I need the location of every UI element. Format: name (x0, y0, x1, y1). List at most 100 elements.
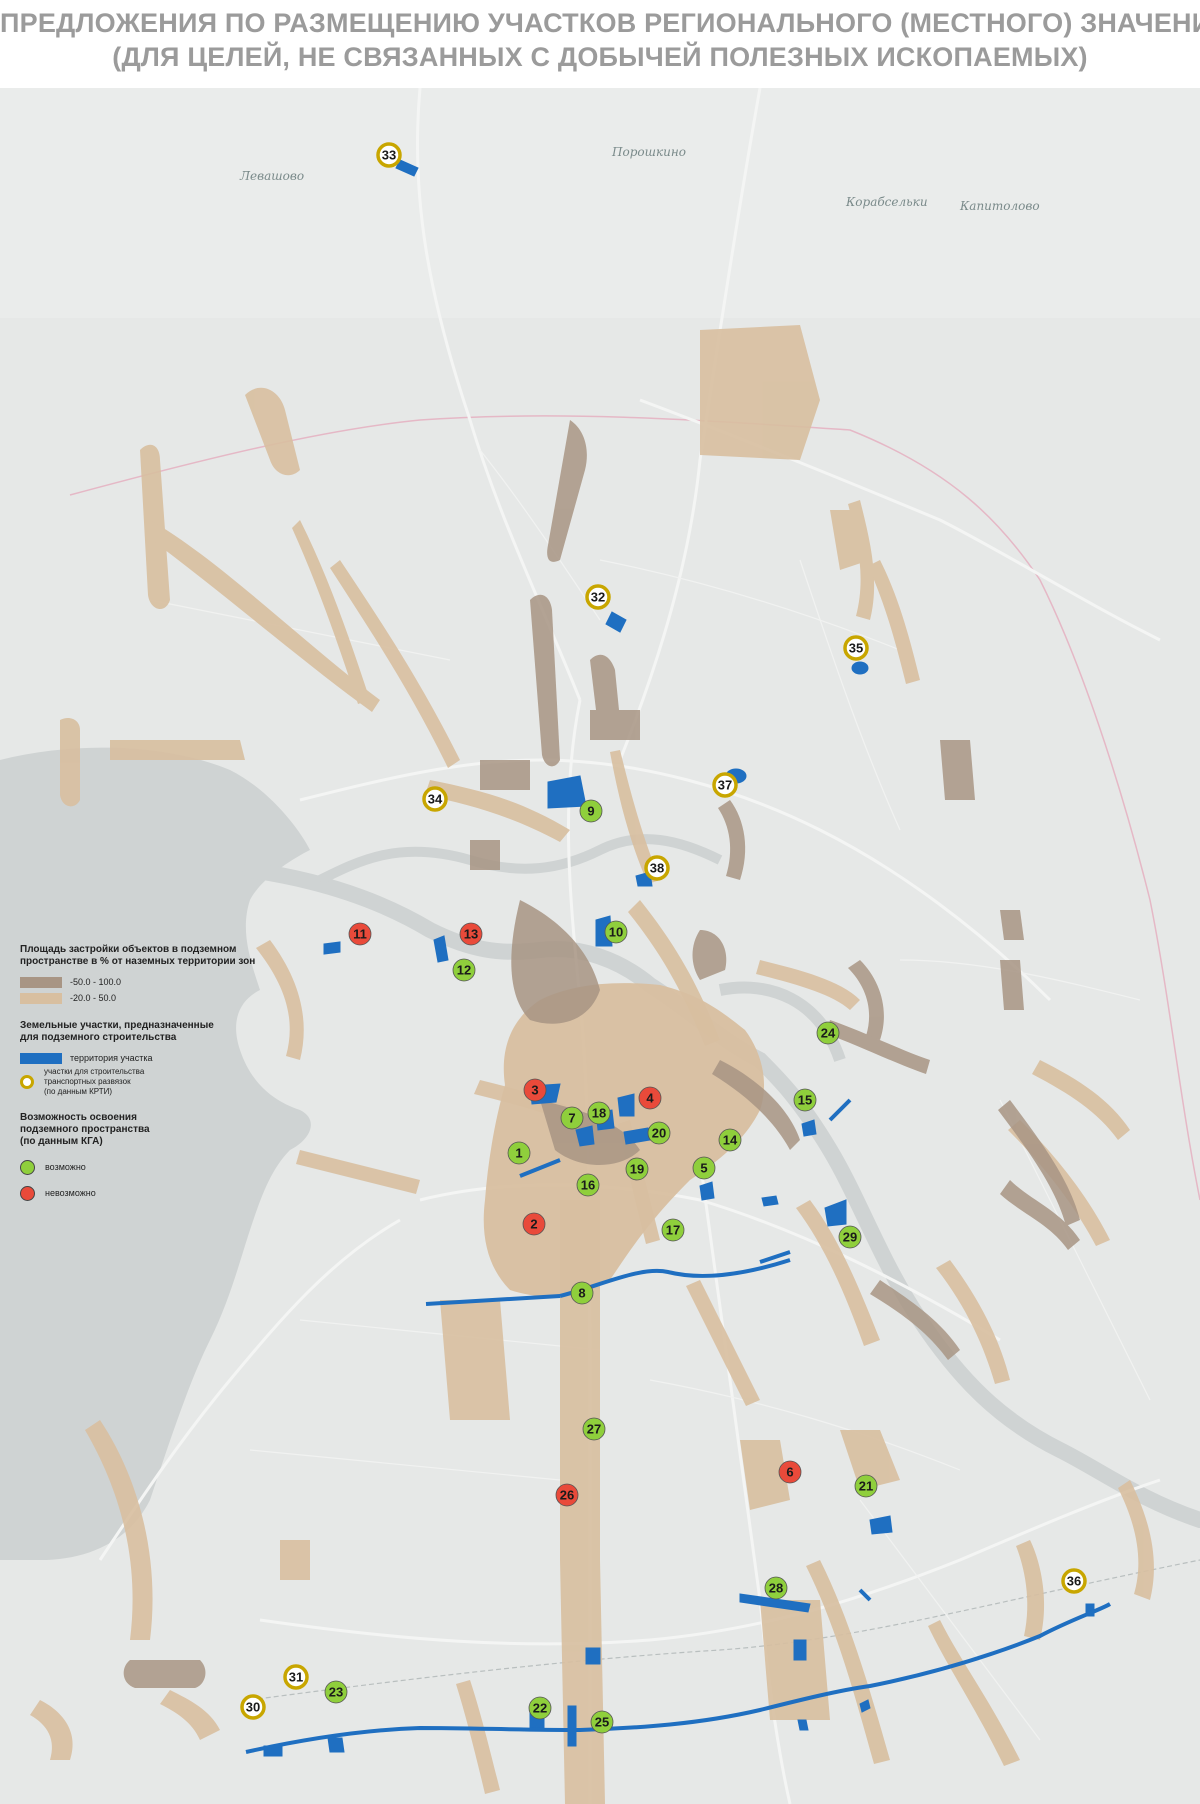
marker-14[interactable]: 14 (718, 1128, 742, 1152)
marker-number: 3 (531, 1083, 538, 1098)
marker-34[interactable]: 34 (422, 786, 448, 812)
marker-22[interactable]: 22 (528, 1696, 552, 1720)
marker-number: 7 (568, 1111, 575, 1126)
legend-plots-heading: Земельные участки, предназначенные для п… (20, 1020, 214, 1043)
marker-27[interactable]: 27 (582, 1417, 606, 1441)
marker-number: 9 (587, 804, 594, 819)
legend-impossible: невозможно (20, 1180, 320, 1206)
marker-number: 13 (464, 927, 478, 942)
plot-swatch (20, 1052, 62, 1064)
legend-ring-label: участки для строительства транспортных р… (44, 1067, 145, 1096)
legend-zone-high: -50.0 - 100.0 (20, 974, 320, 990)
marker-number: 6 (786, 1465, 793, 1480)
title-line-1: ПРЕДЛОЖЕНИЯ ПО РАЗМЕЩЕНИЮ УЧАСТКОВ РЕГИО… (0, 8, 1200, 38)
legend-possibility-section: Возможность освоения подземного простран… (20, 1112, 320, 1206)
marker-number: 8 (578, 1286, 585, 1301)
legend-zone-section: Площадь застройки объектов в подземном п… (20, 944, 320, 1006)
marker-32[interactable]: 32 (585, 584, 611, 610)
marker-number: 15 (798, 1093, 812, 1108)
marker-number: 27 (587, 1422, 601, 1437)
legend-zone-high-label: -50.0 - 100.0 (70, 977, 122, 987)
marker-21[interactable]: 21 (854, 1474, 878, 1498)
marker-number: 30 (246, 1700, 260, 1715)
marker-number: 23 (329, 1685, 343, 1700)
marker-19[interactable]: 19 (625, 1157, 649, 1181)
marker-number: 4 (646, 1091, 654, 1106)
zone-low-swatch (20, 992, 62, 1004)
marker-20[interactable]: 20 (647, 1121, 671, 1145)
marker-16[interactable]: 16 (576, 1173, 600, 1197)
marker-38[interactable]: 38 (644, 855, 670, 881)
impossible-dot-icon (20, 1185, 35, 1201)
marker-number: 10 (609, 925, 623, 940)
legend-impossible-label: невозможно (45, 1188, 96, 1198)
ring-icon (20, 1075, 34, 1089)
marker-number: 36 (1067, 1574, 1081, 1589)
marker-9[interactable]: 9 (579, 799, 603, 823)
marker-number: 14 (723, 1133, 738, 1148)
marker-26[interactable]: 26 (555, 1483, 579, 1507)
marker-number: 22 (533, 1701, 547, 1716)
map-title: ПРЕДЛОЖЕНИЯ ПО РАЗМЕЩЕНИЮ УЧАСТКОВ РЕГИО… (0, 0, 1200, 88)
marker-number: 19 (630, 1162, 644, 1177)
marker-number: 2 (530, 1217, 537, 1232)
marker-1[interactable]: 1 (507, 1141, 531, 1165)
place-poroshkino: Порошкино (611, 145, 686, 159)
marker-29[interactable]: 29 (838, 1225, 862, 1249)
legend-plot: территория участка (20, 1050, 320, 1066)
marker-5[interactable]: 5 (692, 1156, 716, 1180)
marker-25[interactable]: 25 (590, 1710, 614, 1734)
marker-number: 38 (650, 861, 664, 876)
map-legend: Площадь застройки объектов в подземном п… (20, 944, 320, 1220)
marker-number: 28 (769, 1581, 783, 1596)
marker-35[interactable]: 35 (843, 635, 869, 661)
marker-2[interactable]: 2 (522, 1212, 546, 1236)
marker-4[interactable]: 4 (638, 1086, 662, 1110)
legend-possibility-heading: Возможность освоения подземного простран… (20, 1112, 150, 1147)
marker-number: 33 (382, 148, 396, 163)
marker-8[interactable]: 8 (570, 1281, 594, 1305)
marker-24[interactable]: 24 (816, 1021, 840, 1045)
marker-15[interactable]: 15 (793, 1088, 817, 1112)
marker-30[interactable]: 30 (240, 1694, 266, 1720)
marker-17[interactable]: 17 (661, 1218, 685, 1242)
legend-ring: участки для строительства транспортных р… (20, 1066, 320, 1098)
legend-plots-section: Земельные участки, предназначенные для п… (20, 1020, 320, 1098)
marker-18[interactable]: 18 (587, 1101, 611, 1125)
marker-23[interactable]: 23 (324, 1680, 348, 1704)
marker-12[interactable]: 12 (452, 958, 476, 982)
marker-11[interactable]: 11 (348, 922, 372, 946)
marker-number: 20 (652, 1126, 666, 1141)
marker-37[interactable]: 37 (712, 772, 738, 798)
marker-number: 12 (457, 963, 471, 978)
marker-10[interactable]: 10 (604, 920, 628, 944)
marker-36[interactable]: 36 (1061, 1568, 1087, 1594)
title-line-2: (ДЛЯ ЦЕЛЕЙ, НЕ СВЯЗАННЫХ С ДОБЫЧЕЙ ПОЛЕЗ… (112, 42, 1088, 72)
legend-plot-label: территория участка (70, 1053, 153, 1063)
marker-number: 11 (353, 927, 367, 942)
marker-number: 24 (821, 1026, 836, 1041)
marker-7[interactable]: 7 (560, 1106, 584, 1130)
marker-number: 26 (560, 1488, 574, 1503)
marker-number: 21 (859, 1479, 873, 1494)
marker-13[interactable]: 13 (459, 922, 483, 946)
marker-3[interactable]: 3 (523, 1078, 547, 1102)
marker-28[interactable]: 28 (764, 1576, 788, 1600)
marker-31[interactable]: 31 (283, 1664, 309, 1690)
legend-possible: возможно (20, 1154, 320, 1180)
marker-number: 1 (515, 1146, 522, 1161)
zone-high-swatch (20, 976, 62, 988)
marker-number: 34 (428, 792, 443, 807)
marker-6[interactable]: 6 (778, 1460, 802, 1484)
marker-number: 25 (595, 1715, 609, 1730)
legend-possible-label: возможно (45, 1162, 86, 1172)
marker-number: 31 (289, 1670, 303, 1685)
marker-number: 35 (849, 641, 863, 656)
marker-number: 5 (700, 1161, 707, 1176)
place-levashovo: Левашово (239, 169, 304, 183)
place-korabselki: Корабсельки (845, 195, 928, 209)
marker-number: 16 (581, 1178, 595, 1193)
marker-number: 32 (591, 590, 605, 605)
marker-33[interactable]: 33 (376, 142, 402, 168)
marker-number: 29 (843, 1230, 857, 1245)
